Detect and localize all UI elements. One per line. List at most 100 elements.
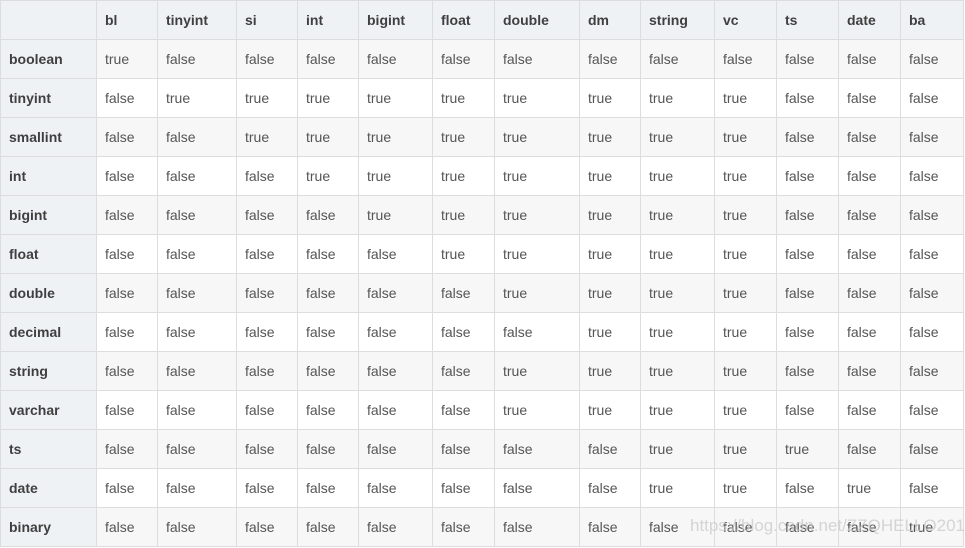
table-row: bigint false false false false true true true tr… bbox=[0, 195, 964, 235]
table-cell: true bbox=[714, 117, 777, 157]
table-header: bl tinyint si int bigint float double dm string v… bbox=[0, 0, 964, 40]
table-cell: false bbox=[838, 351, 901, 391]
table-row: int false false false true true true true true tr… bbox=[0, 156, 964, 196]
table-cell: false bbox=[900, 312, 964, 352]
table-cell: true bbox=[640, 78, 715, 118]
table-cell: false bbox=[900, 117, 964, 157]
table-cell: false bbox=[640, 507, 715, 547]
column-header-dm: dm bbox=[579, 0, 641, 40]
table-cell: false bbox=[900, 78, 964, 118]
table-cell: false bbox=[494, 312, 580, 352]
table-cell: false bbox=[236, 507, 298, 547]
table-cell: false bbox=[358, 507, 433, 547]
table-cell: false bbox=[776, 117, 839, 157]
table-cell: false bbox=[358, 273, 433, 313]
table-cell: false bbox=[157, 390, 237, 430]
column-header-int: int bbox=[297, 0, 359, 40]
table-cell: false bbox=[432, 468, 495, 508]
table-cell: true bbox=[494, 117, 580, 157]
table-cell: true bbox=[579, 195, 641, 235]
table-cell: false bbox=[236, 468, 298, 508]
table-cell: false bbox=[714, 39, 777, 79]
table-cell: false bbox=[96, 351, 158, 391]
column-header-tinyint: tinyint bbox=[157, 0, 237, 40]
column-header-ts: ts bbox=[776, 0, 839, 40]
table-cell: false bbox=[157, 156, 237, 196]
table-cell: false bbox=[432, 273, 495, 313]
table-cell: true bbox=[494, 273, 580, 313]
table-cell: false bbox=[297, 234, 359, 274]
table-cell: false bbox=[236, 156, 298, 196]
table-cell: false bbox=[358, 351, 433, 391]
table-cell: false bbox=[157, 195, 237, 235]
table-cell: true bbox=[579, 78, 641, 118]
table-cell: false bbox=[776, 273, 839, 313]
table-row: ts false false false false false false false fal… bbox=[0, 429, 964, 469]
table-cell: false bbox=[838, 195, 901, 235]
row-header-boolean: boolean bbox=[0, 39, 97, 79]
table-cell: false bbox=[236, 390, 298, 430]
table-cell: false bbox=[96, 390, 158, 430]
table-cell: false bbox=[96, 507, 158, 547]
table-row: smallint false false true true true true true tr… bbox=[0, 117, 964, 157]
table-cell: false bbox=[157, 351, 237, 391]
table-cell: true bbox=[358, 78, 433, 118]
table-cell: false bbox=[494, 468, 580, 508]
table-cell: false bbox=[297, 507, 359, 547]
type-conversion-table: bl tinyint si int bigint float double dm string v… bbox=[0, 0, 964, 547]
table-cell: false bbox=[432, 507, 495, 547]
table-cell: false bbox=[714, 507, 777, 547]
table-cell: false bbox=[236, 429, 298, 469]
table-cell: false bbox=[776, 468, 839, 508]
table-cell: false bbox=[579, 468, 641, 508]
table-cell: false bbox=[236, 312, 298, 352]
table-cell: false bbox=[900, 429, 964, 469]
table-cell: false bbox=[776, 78, 839, 118]
row-header-varchar: varchar bbox=[0, 390, 97, 430]
table-cell: true bbox=[494, 195, 580, 235]
table-cell: true bbox=[96, 39, 158, 79]
column-header-date: date bbox=[838, 0, 901, 40]
table-cell: false bbox=[358, 39, 433, 79]
table-cell: true bbox=[714, 390, 777, 430]
table-cell: true bbox=[494, 234, 580, 274]
table-cell: true bbox=[579, 117, 641, 157]
table-cell: false bbox=[494, 507, 580, 547]
table-cell: false bbox=[157, 312, 237, 352]
table-cell: true bbox=[640, 312, 715, 352]
table-cell: false bbox=[236, 273, 298, 313]
column-header-vc: vc bbox=[714, 0, 777, 40]
table-cell: true bbox=[900, 507, 964, 547]
table-cell: false bbox=[157, 273, 237, 313]
table-cell: false bbox=[640, 39, 715, 79]
table-cell: false bbox=[900, 234, 964, 274]
table-cell: true bbox=[714, 273, 777, 313]
table-cell: false bbox=[432, 39, 495, 79]
table-cell: false bbox=[494, 39, 580, 79]
table-cell: true bbox=[432, 234, 495, 274]
row-header-decimal: decimal bbox=[0, 312, 97, 352]
table-cell: true bbox=[640, 156, 715, 196]
table-cell: true bbox=[640, 390, 715, 430]
table-cell: false bbox=[96, 468, 158, 508]
table-row: date false false false false false false false f… bbox=[0, 468, 964, 508]
row-header-ts: ts bbox=[0, 429, 97, 469]
table-cell: false bbox=[96, 273, 158, 313]
table-cell: false bbox=[432, 390, 495, 430]
table-row: varchar false false false false false false tru… bbox=[0, 390, 964, 430]
column-header-bl: bl bbox=[96, 0, 158, 40]
table-cell: false bbox=[494, 429, 580, 469]
corner-cell bbox=[0, 0, 97, 40]
table-row: double false false false false false false true… bbox=[0, 273, 964, 313]
table-cell: true bbox=[579, 312, 641, 352]
column-header-bigint: bigint bbox=[358, 0, 433, 40]
table-cell: false bbox=[297, 195, 359, 235]
table-cell: false bbox=[838, 39, 901, 79]
row-header-bigint: bigint bbox=[0, 195, 97, 235]
table-cell: true bbox=[640, 117, 715, 157]
table-cell: false bbox=[900, 390, 964, 430]
table-cell: true bbox=[640, 195, 715, 235]
table-cell: false bbox=[96, 78, 158, 118]
table-cell: true bbox=[494, 351, 580, 391]
table-cell: true bbox=[297, 78, 359, 118]
